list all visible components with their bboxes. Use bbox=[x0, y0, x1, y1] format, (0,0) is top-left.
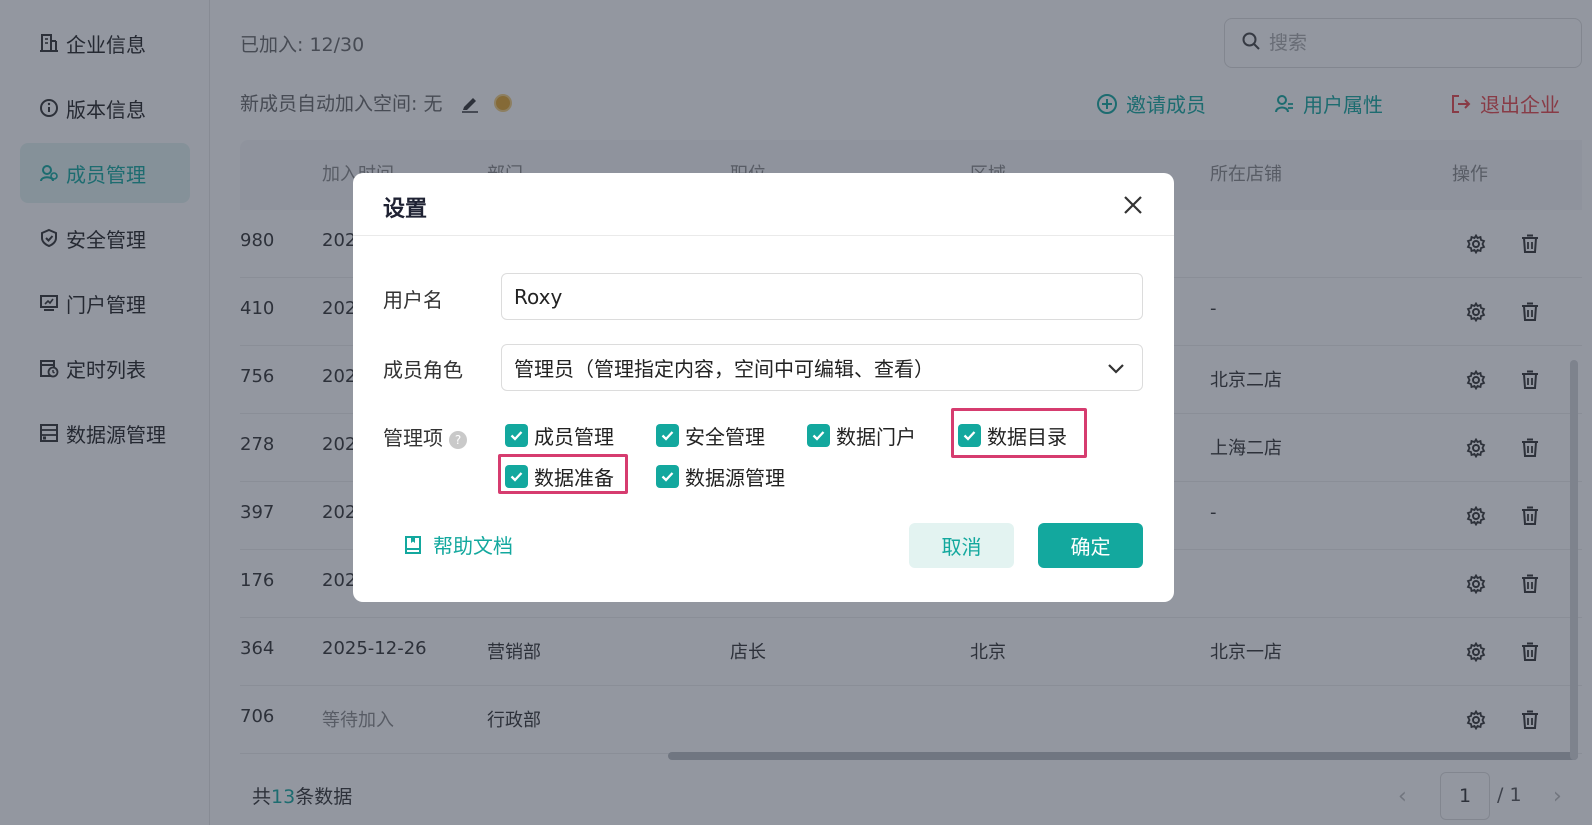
settings-dialog: 设置 用户名 Roxy 成员角色 管理员（管理指定内容，空间中可编辑、查看） 管… bbox=[353, 173, 1174, 602]
checkbox-checked-icon bbox=[656, 424, 679, 447]
checkbox-member-mgmt[interactable]: 成员管理 bbox=[505, 421, 614, 450]
help-doc-link[interactable]: 帮助文档 bbox=[403, 530, 513, 559]
role-select[interactable]: 管理员（管理指定内容，空间中可编辑、查看） bbox=[501, 344, 1143, 391]
checkbox-data-prep[interactable]: 数据准备 bbox=[505, 462, 614, 491]
checkbox-data-portal[interactable]: 数据门户 bbox=[807, 421, 916, 450]
chevron-down-icon bbox=[1106, 358, 1126, 383]
help-question-icon[interactable]: ? bbox=[449, 430, 467, 449]
dialog-title: 设置 bbox=[383, 197, 428, 222]
checkbox-checked-icon bbox=[958, 424, 981, 447]
username-field[interactable]: Roxy bbox=[501, 273, 1143, 320]
checkbox-checked-icon bbox=[505, 465, 528, 488]
confirm-button[interactable]: 确定 bbox=[1038, 523, 1143, 568]
checkbox-checked-icon bbox=[807, 424, 830, 447]
role-label: 成员角色 bbox=[383, 358, 463, 382]
checkbox-checked-icon bbox=[656, 465, 679, 488]
divider bbox=[353, 235, 1174, 236]
username-label: 用户名 bbox=[383, 288, 443, 312]
checkbox-datasource-mgmt[interactable]: 数据源管理 bbox=[656, 462, 785, 491]
checkbox-checked-icon bbox=[505, 424, 528, 447]
close-icon[interactable] bbox=[1119, 191, 1147, 219]
manage-items-label: 管理项? bbox=[383, 422, 467, 451]
checkbox-data-catalog[interactable]: 数据目录 bbox=[958, 421, 1067, 450]
book-icon bbox=[403, 535, 423, 555]
checkbox-security-mgmt[interactable]: 安全管理 bbox=[656, 421, 765, 450]
cancel-button[interactable]: 取消 bbox=[909, 523, 1014, 568]
